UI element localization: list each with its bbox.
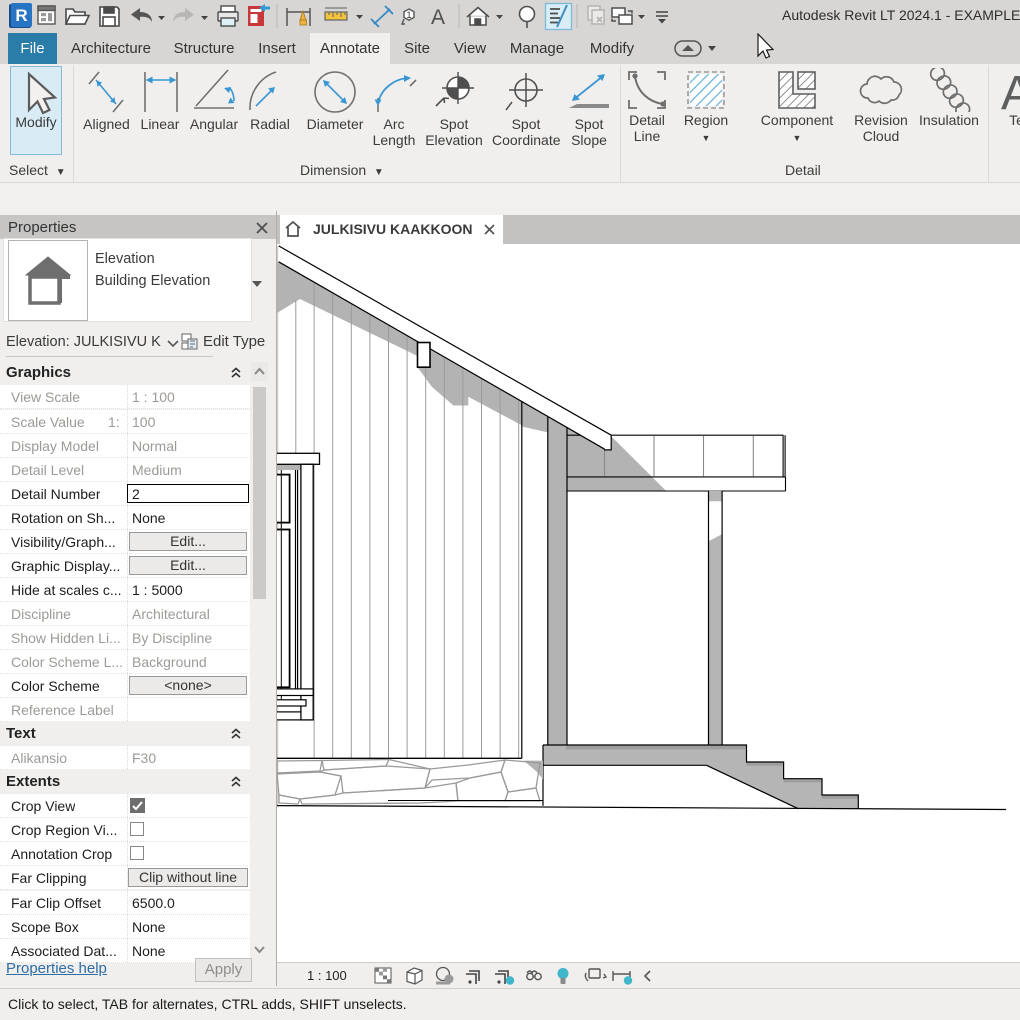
svg-text:1: 1 [406,10,411,20]
svg-text:A: A [1001,68,1020,112]
svg-text:Autodesk Revit LT 2024.1 - EXA: Autodesk Revit LT 2024.1 - EXAMPLE HOUSE [782,7,1020,23]
svg-text:R: R [15,6,27,25]
svg-text:1 : 100: 1 : 100 [307,968,347,983]
svg-text:A: A [431,6,445,29]
